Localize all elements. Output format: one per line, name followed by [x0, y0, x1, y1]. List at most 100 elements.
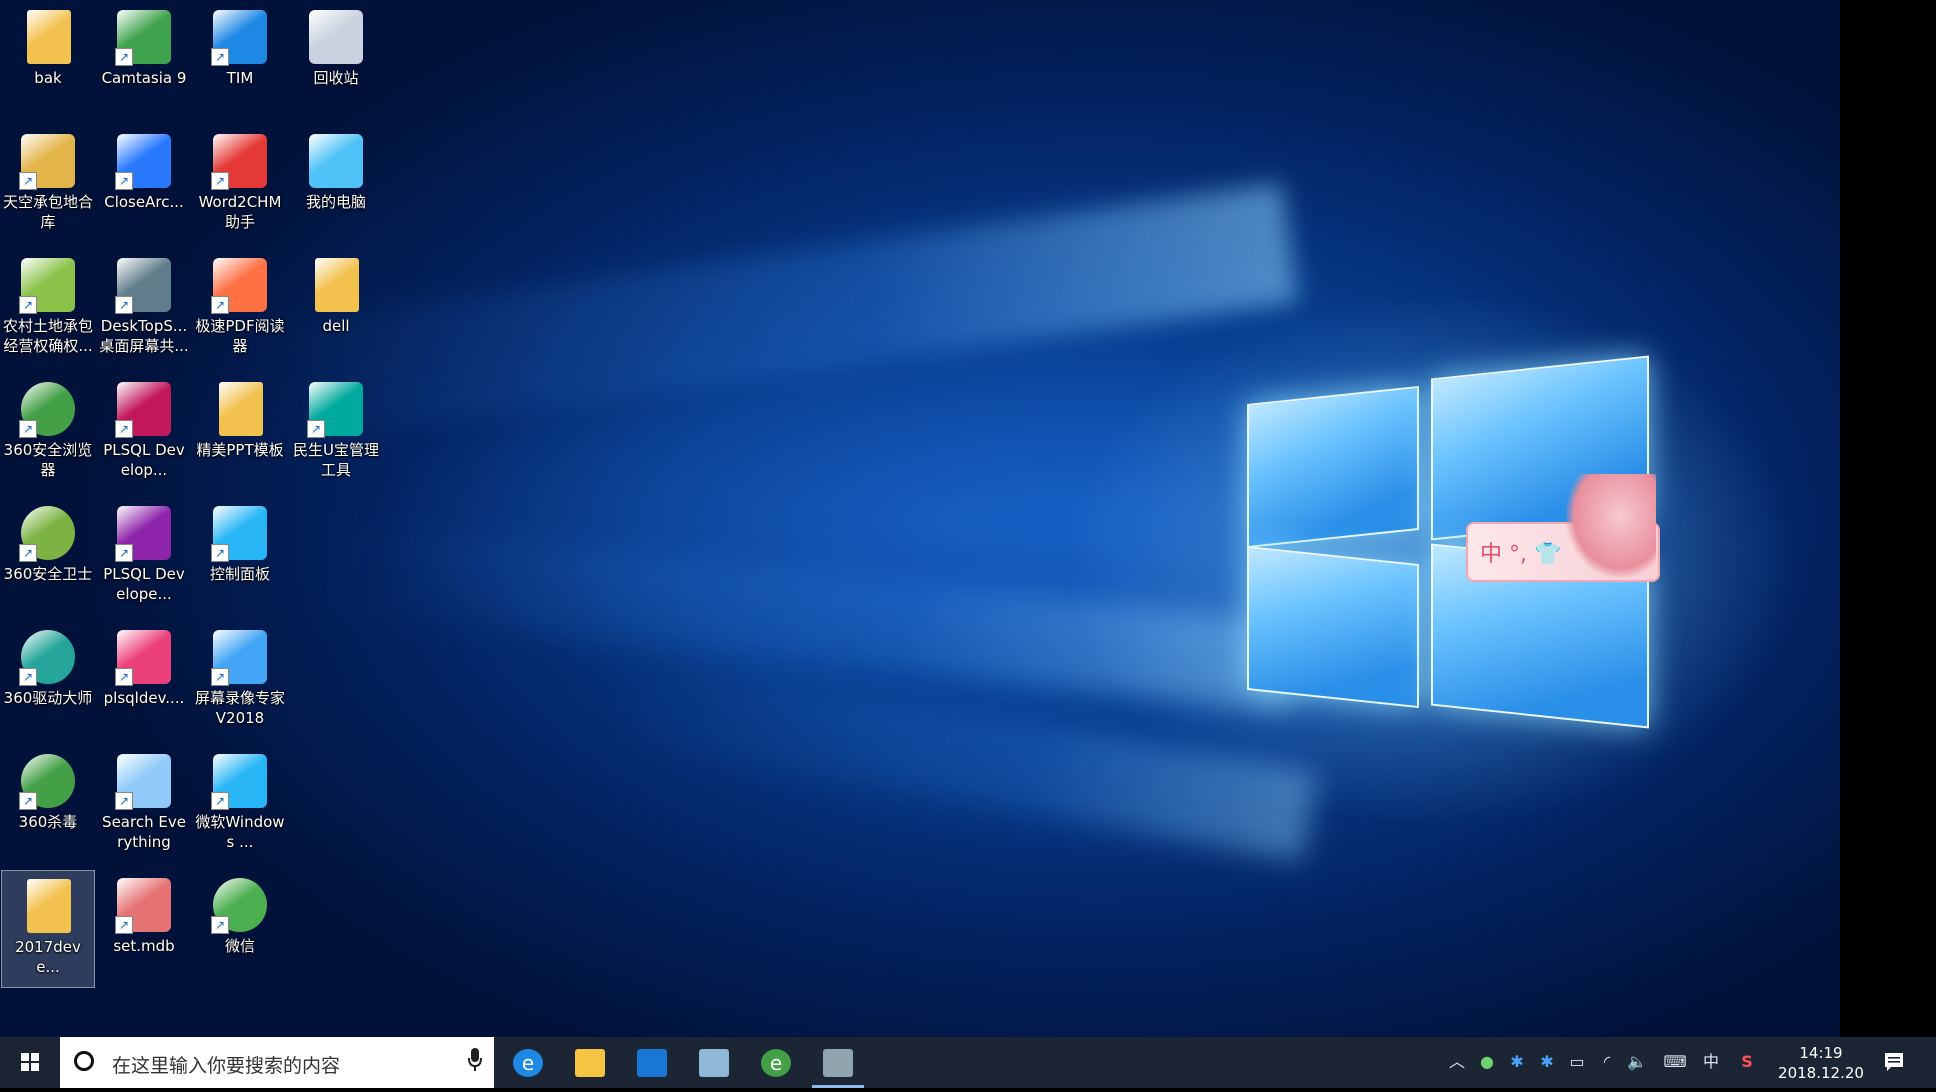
land-app-icon: ↗ — [19, 256, 77, 314]
desktop-icon[interactable]: ↗ 民生U宝管理工具 — [289, 374, 383, 492]
desktop-icon-label: CloseArc... — [104, 193, 184, 211]
clock-date: 2018.12.20 — [1778, 1064, 1864, 1082]
desktop-icon[interactable]: ↗ 屏幕录像专家V2018 — [193, 622, 287, 740]
edge-icon: e — [513, 1049, 543, 1077]
desktop-icon-label: TIM — [226, 69, 254, 87]
taskbar-app[interactable]: e — [498, 1037, 558, 1088]
light-ray — [231, 183, 1299, 450]
desktop-icon[interactable]: ↗ PLSQL Develop... — [97, 374, 191, 492]
desktop-icon[interactable]: ↗ 控制面板 — [193, 498, 287, 616]
desktop-icon-label: Search Everything — [102, 813, 186, 851]
shortcut-arrow-icon: ↗ — [115, 48, 133, 66]
start-button[interactable] — [0, 1037, 60, 1088]
desktop-icon[interactable]: 我的电脑 — [289, 126, 383, 244]
shortcut-arrow-icon: ↗ — [19, 792, 37, 810]
desktop-icon-label: 360安全浏览器 — [3, 441, 93, 479]
windows-start-icon — [21, 1053, 39, 1071]
desktop-icon[interactable]: 2017deve... — [1, 870, 95, 988]
folder-icon — [19, 877, 77, 935]
360-guard-icon: ↗ — [19, 504, 77, 562]
tray-tim-icon[interactable]: ✱ — [1506, 1051, 1528, 1073]
tray-360-icon[interactable]: ● — [1476, 1051, 1498, 1073]
wechat-icon: ↗ — [211, 876, 269, 934]
taskbar-app[interactable] — [808, 1037, 868, 1088]
desktop-icon[interactable]: ↗ 360驱动大师 — [1, 622, 95, 740]
volume-icon[interactable]: 🔈 — [1626, 1051, 1648, 1073]
desktop-icon[interactable]: ↗ 360安全浏览器 — [1, 374, 95, 492]
battery-icon[interactable]: ▭ — [1566, 1051, 1588, 1073]
show-hidden-icons-chevron-icon[interactable]: ︿ — [1446, 1051, 1468, 1073]
taskbar-app[interactable] — [560, 1037, 620, 1088]
shortcut-arrow-icon: ↗ — [115, 172, 133, 190]
word2chm-icon: ↗ — [211, 132, 269, 190]
desktop-icon-label: plsqldev.... — [103, 689, 185, 707]
ime-status-widget[interactable]: 中 °, 👕 — [1466, 474, 1660, 582]
desktop-icon[interactable]: ↗ 360杀毒 — [1, 746, 95, 864]
desktop-icon[interactable]: 回收站 — [289, 2, 383, 120]
desktop-icon-label: dell — [322, 317, 350, 335]
desktop-icon-label: Word2CHM助手 — [198, 193, 282, 231]
wifi-icon[interactable]: ◜ — [1596, 1051, 1618, 1073]
desktop-icon[interactable]: ↗ Camtasia 9 — [97, 2, 191, 120]
mdb-file-icon: ↗ — [115, 876, 173, 934]
shortcut-arrow-icon: ↗ — [211, 916, 229, 934]
360-driver-icon: ↗ — [19, 628, 77, 686]
desktop-icon-label: 精美PPT模板 — [196, 441, 284, 459]
plsqldev-icon: ↗ — [115, 628, 173, 686]
cortana-icon[interactable] — [74, 1051, 94, 1071]
desktop-icon[interactable]: ↗ 农村土地承包经营权确权... — [1, 250, 95, 368]
archive-icon: ↗ — [115, 504, 173, 562]
shortcut-arrow-icon: ↗ — [19, 544, 37, 562]
screen-border — [1840, 0, 1936, 1037]
taskbar-app[interactable]: e — [746, 1037, 806, 1088]
desktop-icon[interactable]: ↗ 天空承包地合库 — [1, 126, 95, 244]
desktop-icon[interactable]: bak — [1, 2, 95, 120]
desktop-icon[interactable]: ↗ set.mdb — [97, 870, 191, 988]
taskbar-app[interactable] — [684, 1037, 744, 1088]
desktop-icon-label: 2017deve... — [15, 938, 81, 976]
taskbar-app[interactable] — [622, 1037, 682, 1088]
microphone-icon[interactable] — [468, 1048, 482, 1072]
tim-icon: ↗ — [211, 8, 269, 66]
360-browser-icon: e — [761, 1049, 791, 1077]
desktop-icon[interactable]: ↗ PLSQL Develope... — [97, 498, 191, 616]
desktop-icon-label: 回收站 — [313, 69, 359, 87]
clock-time: 14:19 — [1799, 1044, 1843, 1062]
shortcut-arrow-icon: ↗ — [211, 544, 229, 562]
shortcut-arrow-icon: ↗ — [115, 916, 133, 934]
file-explorer-icon — [575, 1049, 605, 1077]
desktop-icon[interactable]: ↗ plsqldev.... — [97, 622, 191, 740]
paint-icon — [823, 1049, 853, 1077]
desktop-icon[interactable]: ↗ DeskTopS...桌面屏幕共... — [97, 250, 191, 368]
input-method-indicator[interactable]: 中 — [1700, 1051, 1722, 1073]
search-everything-icon: ↗ — [115, 752, 173, 810]
desktop-icon[interactable]: ↗ 360安全卫士 — [1, 498, 95, 616]
desktop-icon[interactable]: 精美PPT模板 — [193, 374, 287, 492]
desktop-icon[interactable]: ↗ TIM — [193, 2, 287, 120]
action-center-icon[interactable] — [1882, 1050, 1906, 1074]
desktop-icon[interactable]: ↗ 微信 — [193, 870, 287, 988]
desktop-icon[interactable]: ↗ Search Everything — [97, 746, 191, 864]
folder-icon — [19, 8, 77, 66]
shortcut-arrow-icon: ↗ — [211, 668, 229, 686]
desktop-icon-label: 屏幕录像专家V2018 — [195, 689, 286, 727]
desktop-icon-label: 天空承包地合库 — [3, 193, 94, 231]
desktop-icon-label: 360驱动大师 — [3, 689, 93, 707]
system-clock[interactable]: 14:19 2018.12.20 — [1766, 1043, 1876, 1083]
desktop-icon[interactable]: ↗ 极速PDF阅读器 — [193, 250, 287, 368]
desktop-icon[interactable]: ↗ 微软Windows ... — [193, 746, 287, 864]
360-browser-icon: ↗ — [19, 380, 77, 438]
desktop-icon[interactable]: dell — [289, 250, 383, 368]
keyboard-icon[interactable]: ⌨ — [1660, 1051, 1690, 1073]
sogou-ime-icon[interactable]: S — [1736, 1051, 1758, 1073]
camtasia-icon: ↗ — [115, 8, 173, 66]
shortcut-arrow-icon: ↗ — [115, 544, 133, 562]
desktop-icon-label: 微信 — [224, 937, 255, 955]
shortcut-arrow-icon: ↗ — [115, 792, 133, 810]
database-icon: ↗ — [19, 132, 77, 190]
taskbar-search-box[interactable]: 在这里输入你要搜索的内容 — [60, 1037, 494, 1088]
desktop-icon[interactable]: ↗ CloseArc... — [97, 126, 191, 244]
desktop-icon[interactable]: ↗ Word2CHM助手 — [193, 126, 287, 244]
desktop-icon-label: bak — [34, 69, 62, 87]
tray-tim-icon-2[interactable]: ✱ — [1536, 1051, 1558, 1073]
